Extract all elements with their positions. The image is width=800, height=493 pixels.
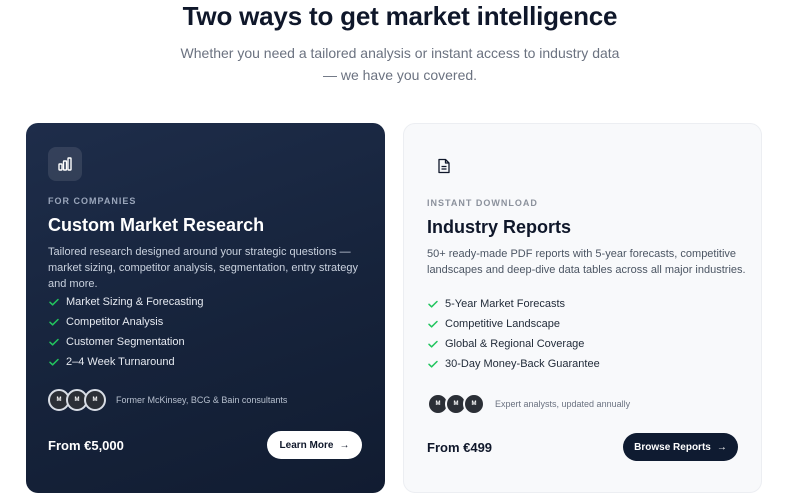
feature-item: 5-Year Market Forecasts xyxy=(427,294,600,314)
card-title: Industry Reports xyxy=(427,217,572,237)
feature-item: Market Sizing & Forecasting xyxy=(48,292,204,312)
feature-list: 5-Year Market Forecasts Competitive Land… xyxy=(427,294,600,374)
custom-research-card: FOR COMPANIES Custom Market Research Tai… xyxy=(26,123,385,493)
consultant-avatars: M M M Former McKinsey, BCG & Bain consul… xyxy=(48,389,287,411)
feature-label: 30-Day Money-Back Guarantee xyxy=(445,358,600,370)
check-icon xyxy=(427,298,439,310)
feature-item: Global & Regional Coverage xyxy=(427,334,600,354)
feature-label: Competitor Analysis xyxy=(66,316,164,328)
avatar-caption: Expert analysts, updated annually xyxy=(495,399,631,409)
bar-chart-icon xyxy=(48,147,82,181)
page-subtitle: Whether you need a tailored analysis or … xyxy=(180,45,620,83)
card-title: Custom Market Research xyxy=(48,215,265,235)
feature-label: Customer Segmentation xyxy=(66,336,185,348)
card-description: 50+ ready-made PDF reports with 5-year f… xyxy=(427,248,746,276)
avatar: M xyxy=(463,393,485,415)
check-icon xyxy=(427,358,439,370)
feature-label: 5-Year Market Forecasts xyxy=(445,298,566,310)
feature-list: Market Sizing & Forecasting Competitor A… xyxy=(48,292,204,372)
check-icon xyxy=(427,338,439,350)
feature-label: Competitive Landscape xyxy=(445,318,560,330)
feature-item: 2–4 Week Turnaround xyxy=(48,352,204,372)
arrow-right-icon: → xyxy=(716,441,727,453)
card-eyebrow: INSTANT DOWNLOAD xyxy=(427,198,538,208)
price: From €5,000 xyxy=(48,438,124,453)
avatar: M xyxy=(84,389,106,411)
card-description: Tailored research designed around your s… xyxy=(48,246,358,290)
industry-reports-card: INSTANT DOWNLOAD Industry Reports 50+ re… xyxy=(403,123,762,493)
feature-label: Global & Regional Coverage xyxy=(445,338,585,350)
price: From €499 xyxy=(427,440,493,455)
feature-label: Market Sizing & Forecasting xyxy=(66,296,204,308)
page-title: Two ways to get market intelligence xyxy=(182,1,618,31)
card-eyebrow: FOR COMPANIES xyxy=(48,196,137,206)
feature-item: Competitor Analysis xyxy=(48,312,204,332)
check-icon xyxy=(427,318,439,330)
analyst-avatars: M M M Expert analysts, updated annually xyxy=(427,393,630,415)
arrow-right-icon: → xyxy=(339,439,350,451)
button-label: Learn More xyxy=(279,439,334,451)
feature-label: 2–4 Week Turnaround xyxy=(66,356,175,368)
feature-item: 30-Day Money-Back Guarantee xyxy=(427,354,600,374)
document-icon xyxy=(434,156,454,176)
button-label: Browse Reports xyxy=(634,441,711,453)
feature-item: Competitive Landscape xyxy=(427,314,600,334)
browse-reports-button[interactable]: Browse Reports → xyxy=(623,433,738,461)
learn-more-button[interactable]: Learn More → xyxy=(267,431,362,459)
check-icon xyxy=(48,356,60,368)
feature-item: Customer Segmentation xyxy=(48,332,204,352)
check-icon xyxy=(48,336,60,348)
avatar-caption: Former McKinsey, BCG & Bain consultants xyxy=(116,395,288,405)
check-icon xyxy=(48,296,60,308)
check-icon xyxy=(48,316,60,328)
